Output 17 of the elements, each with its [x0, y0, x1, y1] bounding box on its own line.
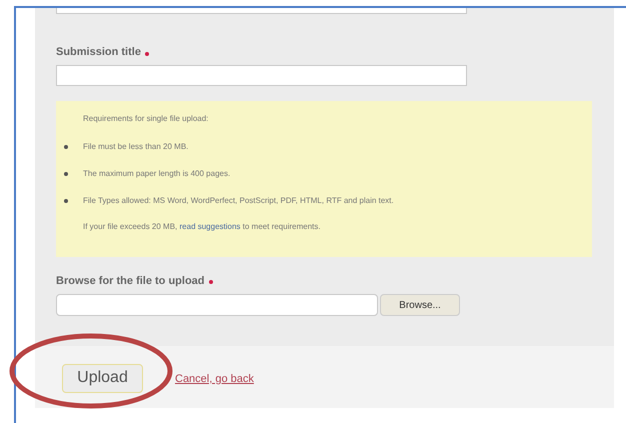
requirements-note: If your file exceeds 20 MB, read suggestions to meet requirements.: [82, 220, 322, 232]
cancel-link[interactable]: Cancel, go back: [175, 370, 254, 388]
input-field[interactable]: [56, 64, 467, 86]
requirement-text: File Types allowed: MS Word, WordPerfect, PostScript, PDF, HTML, RTF and plain text.: [83, 194, 394, 206]
requirement-text: File must be less than 20 MB.: [83, 140, 188, 152]
browse-button[interactable]: Browse...: [380, 294, 460, 316]
suggestions-link[interactable]: read suggestions: [180, 222, 240, 230]
upload-button[interactable]: Upload: [62, 364, 143, 392]
bullet-icon: [64, 198, 68, 202]
bullet-icon: [64, 172, 68, 176]
bullet-icon: [64, 144, 68, 148]
requirement-text: The maximum paper length is 400 pages.: [83, 168, 230, 180]
text-field[interactable]: [56, 8, 467, 14]
field-label: Browse for the file to upload: [56, 274, 205, 288]
requirements-heading: Requirements for single file upload:: [82, 112, 210, 124]
field-label: Submission title: [56, 45, 141, 60]
file-path-field[interactable]: [56, 294, 378, 316]
